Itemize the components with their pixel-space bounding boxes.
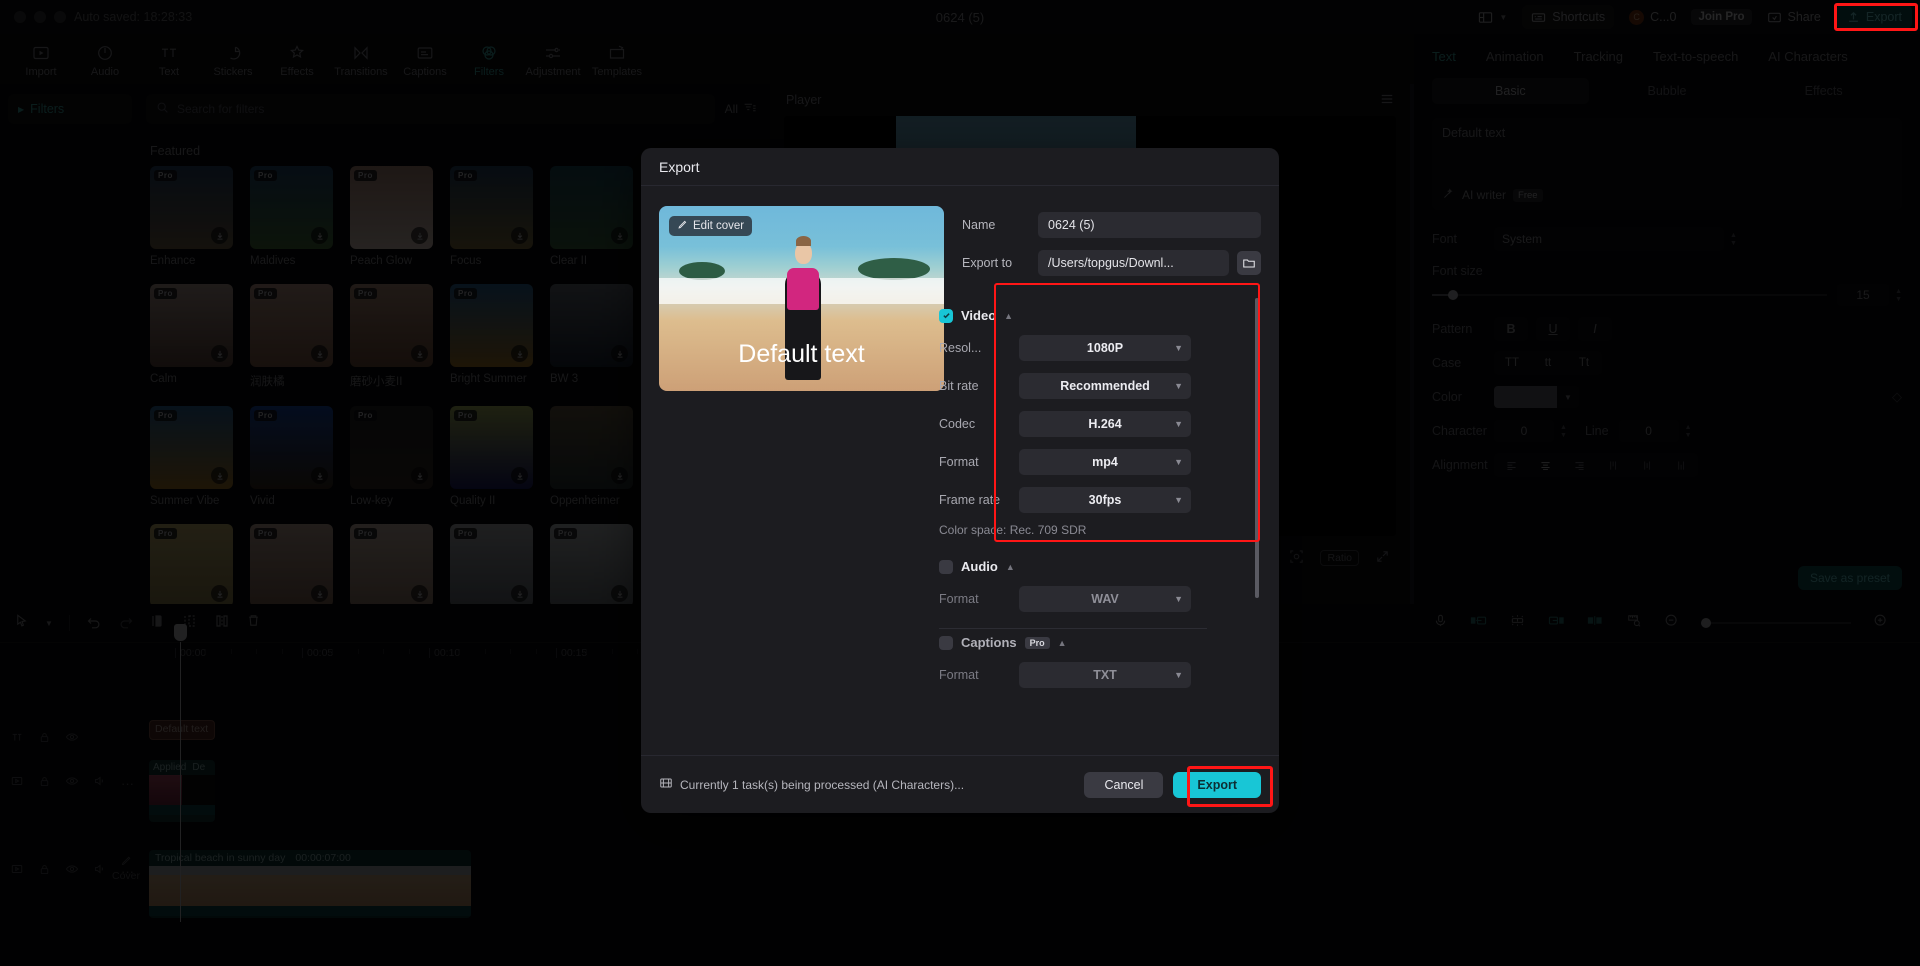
name-label: Name: [962, 218, 996, 232]
cancel-button[interactable]: Cancel: [1084, 771, 1164, 798]
export-option-label: Format: [939, 668, 979, 682]
video-options: Resol... 1080P ▼ Bit rate Recommended ▼ Codec H…: [939, 329, 1247, 519]
chevron-down-icon[interactable]: ▼: [1174, 594, 1183, 604]
audio-group-label: Audio: [961, 559, 998, 574]
chevron-down-icon[interactable]: ▼: [1174, 457, 1183, 467]
export-settings-scroll[interactable]: Video ▲ Resol... 1080P ▼ Bit rate Recommende…: [939, 294, 1261, 755]
color-space-text: Color space: Rec. 709 SDR: [939, 523, 1087, 537]
export-option-select[interactable]: H.264 ▼: [1019, 411, 1191, 437]
captions-checkbox[interactable]: [939, 635, 953, 650]
export-option-row: Format WAV ▼: [939, 580, 1247, 618]
export-option-value: 30fps: [1088, 493, 1122, 507]
folder-icon[interactable]: [1237, 251, 1261, 275]
video-group-label: Video: [961, 308, 997, 323]
export-dialog-footer: Currently 1 task(s) being processed (AI …: [641, 755, 1279, 813]
export-option-select[interactable]: TXT ▼: [1019, 662, 1191, 688]
captions-options: Format TXT ▼: [939, 656, 1247, 694]
chevron-down-icon[interactable]: ▼: [1174, 419, 1183, 429]
export-to-row: Export to /Users/topgus/Downl...: [962, 244, 1261, 282]
export-dialog-body: Edit cover Default text Name 0624 (5) Ex…: [641, 186, 1279, 755]
export-to-label: Export to: [962, 256, 1013, 270]
chevron-down-icon[interactable]: ▼: [1174, 495, 1183, 505]
export-option-value: H.264: [1088, 417, 1122, 431]
audio-options: Format WAV ▼: [939, 580, 1247, 618]
preview-person-top: [787, 268, 819, 310]
export-option-row: Bit rate Recommended ▼: [939, 367, 1247, 405]
export-option-select[interactable]: mp4 ▼: [1019, 449, 1191, 475]
export-option-label: Format: [939, 455, 979, 469]
export-option-value: WAV: [1091, 592, 1119, 606]
preview-overlay-text: Default text: [738, 340, 865, 368]
export-option-label: Frame rate: [939, 493, 1001, 507]
audio-group-title: Audio ▲: [939, 559, 1247, 574]
preview-person-hair: [796, 236, 811, 246]
export-option-value: mp4: [1092, 455, 1118, 469]
export-option-value: Recommended: [1060, 379, 1150, 393]
audio-checkbox[interactable]: [939, 559, 953, 574]
export-dialog-title: Export: [641, 148, 1279, 186]
edit-pencil-icon: [677, 219, 688, 233]
export-option-select[interactable]: 30fps ▼: [1019, 487, 1191, 513]
chevron-up-icon[interactable]: ▲: [1004, 311, 1013, 321]
chevron-down-icon[interactable]: ▼: [1174, 343, 1183, 353]
video-group-title: Video ▲: [939, 308, 1247, 323]
film-icon: [659, 776, 673, 793]
export-option-select[interactable]: Recommended ▼: [1019, 373, 1191, 399]
chevron-up-icon[interactable]: ▲: [1058, 638, 1067, 648]
edit-cover-label: Edit cover: [693, 220, 745, 232]
export-option-row: Resol... 1080P ▼: [939, 329, 1247, 367]
export-option-select[interactable]: 1080P ▼: [1019, 335, 1191, 361]
export-option-label: Resol...: [939, 341, 982, 355]
export-option-row: Codec H.264 ▼: [939, 405, 1247, 443]
export-option-label: Codec: [939, 417, 976, 431]
preview-island-right: [858, 258, 930, 280]
captions-group-label: Captions: [961, 635, 1017, 650]
cover-preview[interactable]: Edit cover Default text: [659, 206, 944, 391]
export-option-value: 1080P: [1086, 341, 1124, 355]
export-option-row: Frame rate 30fps ▼: [939, 481, 1247, 519]
export-option-value: TXT: [1093, 668, 1117, 682]
export-dialog: Export Edit cover Default text Name 0624…: [641, 148, 1279, 813]
export-path-input[interactable]: /Users/topgus/Downl...: [1038, 250, 1229, 276]
task-status: Currently 1 task(s) being processed (AI …: [659, 776, 964, 793]
edit-cover-button[interactable]: Edit cover: [669, 216, 753, 236]
video-checkbox[interactable]: [939, 308, 953, 323]
export-option-label: Format: [939, 592, 979, 606]
scrollbar[interactable]: [1255, 298, 1259, 598]
chevron-down-icon[interactable]: ▼: [1174, 670, 1183, 680]
chevron-up-icon[interactable]: ▲: [1006, 562, 1015, 572]
name-input[interactable]: 0624 (5): [1038, 212, 1261, 238]
export-button[interactable]: Export: [1173, 771, 1261, 798]
task-message: Currently 1 task(s) being processed (AI …: [680, 777, 965, 792]
export-option-label: Bit rate: [939, 379, 979, 393]
export-option-select[interactable]: WAV ▼: [1019, 586, 1191, 612]
pro-badge: Pro: [1024, 636, 1050, 649]
captions-group-title: Captions Pro ▲: [939, 635, 1247, 650]
export-option-row: Format mp4 ▼: [939, 443, 1247, 481]
divider: [939, 628, 1207, 629]
export-option-row: Format TXT ▼: [939, 656, 1247, 694]
chevron-down-icon[interactable]: ▼: [1174, 381, 1183, 391]
name-row: Name 0624 (5): [962, 206, 1261, 244]
